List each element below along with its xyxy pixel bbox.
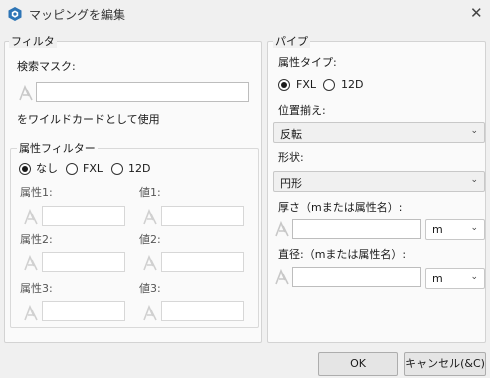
cancel-button[interactable]: キャンセル(&C)	[404, 352, 486, 376]
app-logo-icon	[8, 7, 22, 21]
thickness-unit-dropdown[interactable]: m ⌄	[425, 219, 485, 240]
chevron-down-icon: ⌄	[470, 272, 478, 282]
search-mask-label: 検索マスク:	[17, 60, 76, 73]
attr2-label: 属性2:	[20, 233, 53, 246]
thickness-field[interactable]	[293, 220, 420, 238]
diameter-unit-value: m	[432, 272, 443, 285]
thickness-label: 厚さ（mまたは属性名）:	[278, 201, 403, 214]
shape-value: 円形	[280, 177, 302, 190]
filter-12d-radio[interactable]	[111, 163, 123, 175]
alignment-label: 位置揃え:	[278, 104, 326, 117]
val1-label: 値1:	[139, 186, 161, 199]
filter-fxl-label[interactable]: FXL	[83, 162, 103, 176]
alignment-dropdown[interactable]: 反転 ⌄	[273, 122, 485, 143]
attr1-label: 属性1:	[20, 186, 53, 199]
ok-button[interactable]: OK	[318, 352, 398, 376]
val3-input[interactable]	[161, 301, 244, 321]
chevron-down-icon: ⌄	[470, 126, 478, 136]
thickness-input[interactable]	[292, 219, 421, 239]
search-mask-input[interactable]	[36, 82, 249, 102]
attr3-label: 属性3:	[20, 282, 53, 295]
filter-12d-label[interactable]: 12D	[128, 162, 150, 176]
wildcard-icon	[24, 254, 38, 271]
val2-input[interactable]	[161, 252, 244, 272]
attr2-input[interactable]	[42, 252, 125, 272]
attr-type-12d-label[interactable]: 12D	[341, 78, 363, 92]
wildcard-icon[interactable]	[273, 268, 291, 286]
attr-type-12d-radio[interactable]	[323, 79, 335, 91]
wildcard-icon	[143, 254, 157, 271]
wildcard-icon	[143, 208, 157, 225]
wildcard-icon	[24, 304, 38, 321]
chevron-down-icon: ⌄	[470, 175, 478, 185]
attr1-input[interactable]	[42, 206, 125, 226]
diameter-field[interactable]	[293, 268, 420, 286]
wildcard-icon	[24, 208, 38, 225]
window-title: マッピングを編集	[29, 8, 126, 22]
filter-none-radio[interactable]	[19, 163, 31, 175]
diameter-input[interactable]	[292, 267, 421, 287]
filter-legend: フィルタ	[9, 35, 57, 48]
pipe-legend: パイプ	[273, 35, 310, 48]
attribute-filter-legend: 属性フィルター	[17, 142, 98, 155]
wildcard-icon[interactable]	[17, 84, 35, 102]
wildcard-note: をワイルドカードとして使用	[17, 113, 160, 126]
chevron-down-icon: ⌄	[470, 223, 478, 233]
shape-dropdown[interactable]: 円形 ⌄	[273, 171, 485, 192]
close-icon[interactable]: ✕	[470, 4, 483, 22]
wildcard-icon[interactable]	[273, 220, 291, 238]
wildcard-icon	[143, 304, 157, 321]
val1-input[interactable]	[161, 206, 244, 226]
filter-fxl-radio[interactable]	[66, 163, 78, 175]
val2-label: 値2:	[139, 233, 161, 246]
attr-type-fxl-label[interactable]: FXL	[296, 78, 316, 92]
filter-none-label[interactable]: なし	[36, 162, 58, 176]
attr-type-label: 属性タイプ:	[278, 56, 337, 69]
thickness-unit-value: m	[432, 223, 443, 236]
diameter-unit-dropdown[interactable]: m ⌄	[425, 268, 485, 289]
val3-label: 値3:	[139, 282, 161, 295]
shape-label: 形状:	[278, 151, 304, 164]
diameter-label: 直径:（mまたは属性名）:	[278, 248, 407, 261]
search-mask-field[interactable]	[37, 83, 248, 101]
alignment-value: 反転	[280, 128, 302, 141]
attr3-input[interactable]	[42, 301, 125, 321]
attr-type-fxl-radio[interactable]	[278, 79, 290, 91]
title-bar: マッピングを編集 ✕	[0, 0, 490, 28]
